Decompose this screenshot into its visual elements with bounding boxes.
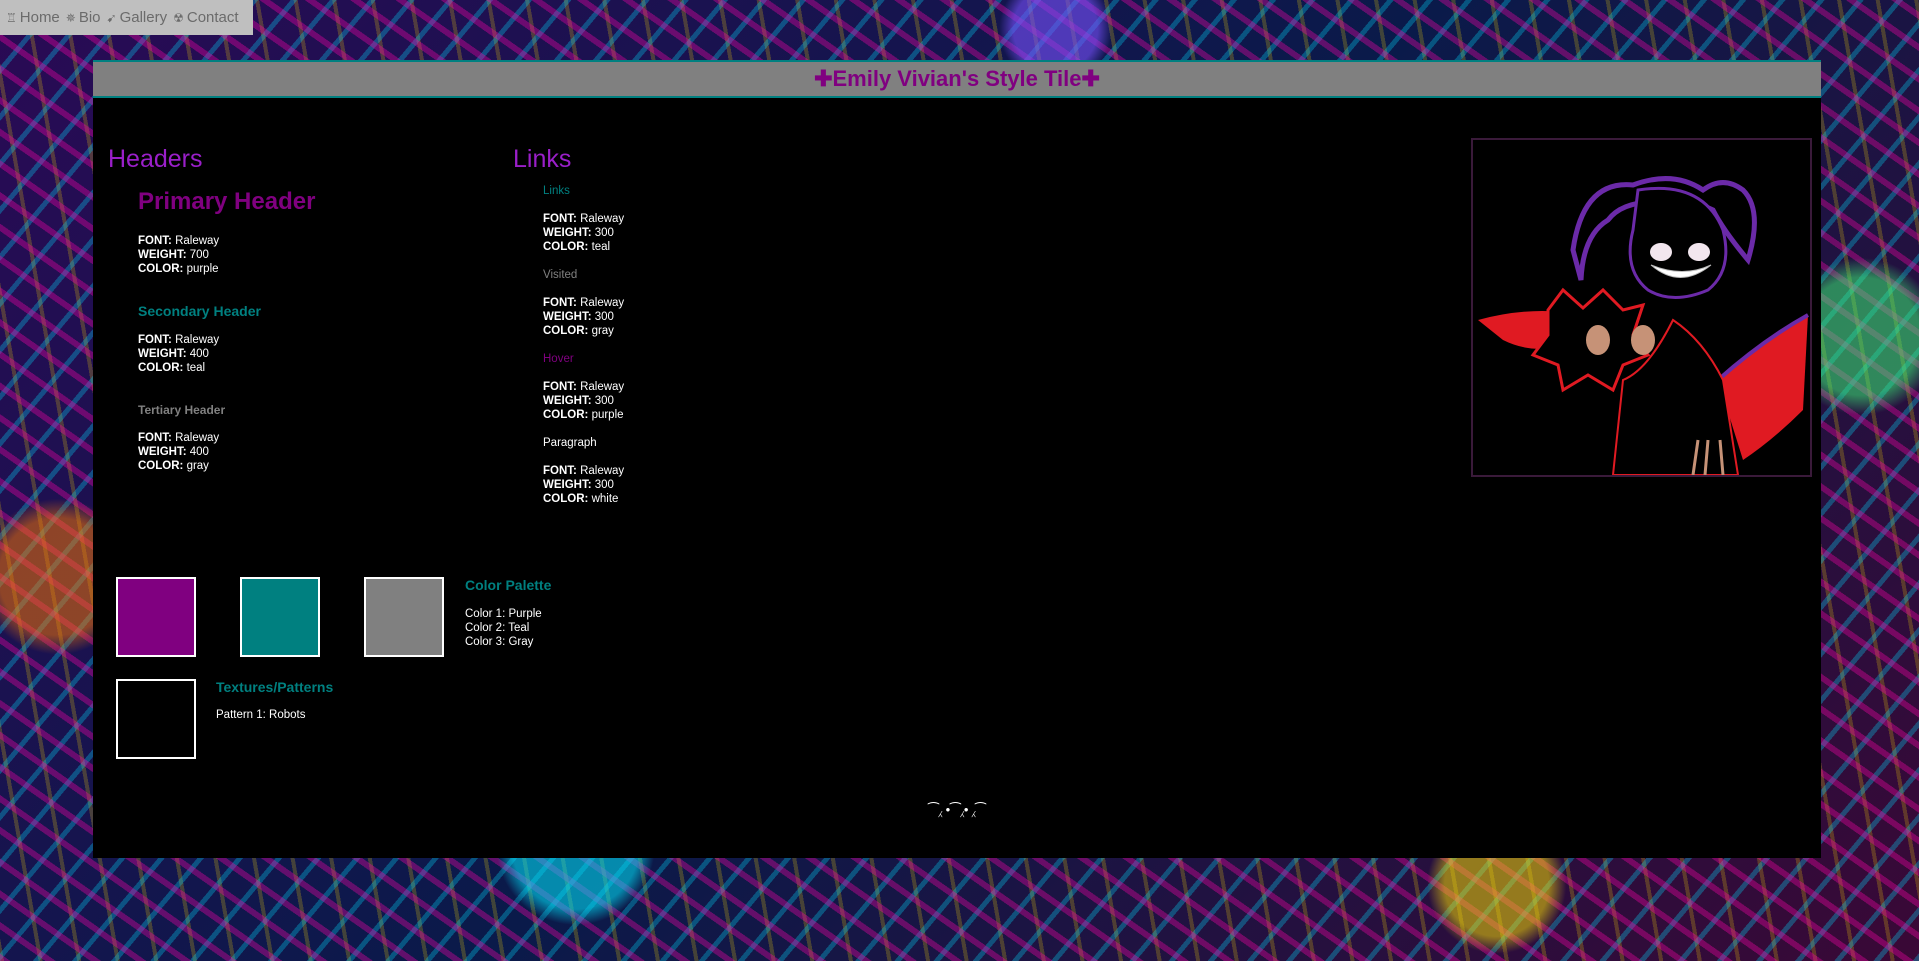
avatar-illustration bbox=[1471, 138, 1812, 477]
font-value: Raleway bbox=[175, 432, 220, 444]
hover-link-sample[interactable]: Hover bbox=[543, 353, 574, 365]
nav-home-link[interactable]: ♖ Home bbox=[6, 9, 60, 26]
font-value: Raleway bbox=[580, 297, 625, 309]
font-label: FONT: bbox=[138, 334, 172, 346]
footer-ornament: ⁀⁁ •⁀⁁• ⁁⁀ bbox=[928, 802, 986, 817]
color-label: COLOR: bbox=[543, 325, 589, 337]
nav-contact-link[interactable]: ☢ Contact bbox=[173, 9, 238, 26]
color-value: purple bbox=[186, 263, 219, 275]
nav-bio-link[interactable]: ✵ Bio bbox=[66, 9, 101, 26]
palette-item: Color 2: Teal bbox=[465, 622, 530, 634]
paragraph-sample: Paragraph bbox=[543, 437, 597, 449]
weight-value: 300 bbox=[594, 227, 614, 239]
font-label: FONT: bbox=[138, 235, 172, 247]
font-value: Raleway bbox=[580, 465, 625, 477]
font-label: FONT: bbox=[543, 213, 577, 225]
weight-label: WEIGHT: bbox=[543, 395, 592, 407]
weight-value: 300 bbox=[594, 311, 614, 323]
palette-item: Color 1: Purple bbox=[465, 608, 542, 620]
color-label: COLOR: bbox=[543, 409, 589, 421]
nav-contact-label: Contact bbox=[186, 9, 239, 26]
robot-icon: ♖ bbox=[6, 10, 17, 25]
page-title: ✚Emily Vivian's Style Tile✚ bbox=[93, 60, 1821, 98]
weight-label: WEIGHT: bbox=[543, 479, 592, 491]
primary-header-sample: Primary Header bbox=[138, 188, 316, 215]
purple-swatch bbox=[116, 577, 196, 657]
paragraph-spec: FONT: Raleway WEIGHT: 300 COLOR: white bbox=[543, 464, 624, 506]
color-value: gray bbox=[591, 325, 614, 337]
weight-value: 700 bbox=[189, 249, 209, 261]
weight-value: 400 bbox=[189, 348, 209, 360]
pattern-item: Pattern 1: Robots bbox=[216, 709, 306, 721]
font-label: FONT: bbox=[543, 297, 577, 309]
gear-icon: ✵ bbox=[65, 10, 76, 25]
hover-spec: FONT: Raleway WEIGHT: 300 COLOR: purple bbox=[543, 380, 624, 422]
color-value: gray bbox=[186, 460, 209, 472]
color-label: COLOR: bbox=[138, 460, 184, 472]
style-tile-panel: ✚Emily Vivian's Style Tile✚ Headers Prim… bbox=[93, 60, 1821, 858]
palette-item: Color 3: Gray bbox=[465, 636, 534, 648]
gray-swatch bbox=[364, 577, 444, 657]
teal-swatch bbox=[240, 577, 320, 657]
font-value: Raleway bbox=[175, 334, 220, 346]
weight-value: 400 bbox=[189, 446, 209, 458]
font-label: FONT: bbox=[138, 432, 172, 444]
weight-label: WEIGHT: bbox=[138, 249, 187, 261]
color-label: COLOR: bbox=[138, 263, 184, 275]
nav-bio-label: Bio bbox=[78, 9, 101, 26]
visited-link-sample[interactable]: Visited bbox=[543, 269, 577, 281]
tertiary-header-sample: Tertiary Header bbox=[138, 403, 226, 417]
patterns-title: Textures/Patterns bbox=[216, 679, 334, 695]
link-sample[interactable]: Links bbox=[543, 185, 570, 197]
color-value: teal bbox=[186, 362, 206, 374]
secondary-header-spec: FONT: Raleway WEIGHT: 400 COLOR: teal bbox=[138, 333, 219, 375]
creature-character-image bbox=[1473, 140, 1810, 476]
color-value: purple bbox=[591, 409, 624, 421]
patterns-list: Pattern 1: Robots bbox=[216, 708, 306, 722]
weight-value: 300 bbox=[594, 479, 614, 491]
primary-header-spec: FONT: Raleway WEIGHT: 700 COLOR: purple bbox=[138, 234, 219, 276]
nav-home-label: Home bbox=[19, 9, 60, 26]
weight-value: 300 bbox=[594, 395, 614, 407]
font-label: FONT: bbox=[543, 381, 577, 393]
color-label: COLOR: bbox=[138, 362, 184, 374]
color-value: white bbox=[591, 493, 619, 505]
font-value: Raleway bbox=[580, 213, 625, 225]
nav-gallery-label: Gallery bbox=[119, 9, 168, 26]
radioactive-icon: ☢ bbox=[173, 10, 184, 25]
font-label: FONT: bbox=[543, 465, 577, 477]
gun-icon: ➹ bbox=[106, 10, 117, 25]
color-label: COLOR: bbox=[543, 493, 589, 505]
color-value: teal bbox=[591, 241, 611, 253]
font-value: Raleway bbox=[175, 235, 220, 247]
nav-gallery-link[interactable]: ➹ Gallery bbox=[107, 9, 168, 26]
color-palette-list: Color 1: Purple Color 2: Teal Color 3: G… bbox=[465, 607, 542, 649]
weight-label: WEIGHT: bbox=[138, 348, 187, 360]
links-section-title: Links bbox=[513, 145, 572, 173]
tertiary-header-spec: FONT: Raleway WEIGHT: 400 COLOR: gray bbox=[138, 431, 219, 473]
color-label: COLOR: bbox=[543, 241, 589, 253]
weight-label: WEIGHT: bbox=[543, 311, 592, 323]
font-value: Raleway bbox=[580, 381, 625, 393]
weight-label: WEIGHT: bbox=[138, 446, 187, 458]
weight-label: WEIGHT: bbox=[543, 227, 592, 239]
robots-pattern-swatch bbox=[116, 679, 196, 759]
color-palette-title: Color Palette bbox=[465, 577, 552, 593]
top-navigation: ♖ Home ✵ Bio ➹ Gallery ☢ Contact bbox=[0, 0, 253, 35]
link-spec: FONT: Raleway WEIGHT: 300 COLOR: teal bbox=[543, 212, 624, 254]
headers-section-title: Headers bbox=[108, 145, 203, 173]
visited-spec: FONT: Raleway WEIGHT: 300 COLOR: gray bbox=[543, 296, 624, 338]
secondary-header-sample: Secondary Header bbox=[138, 303, 261, 319]
